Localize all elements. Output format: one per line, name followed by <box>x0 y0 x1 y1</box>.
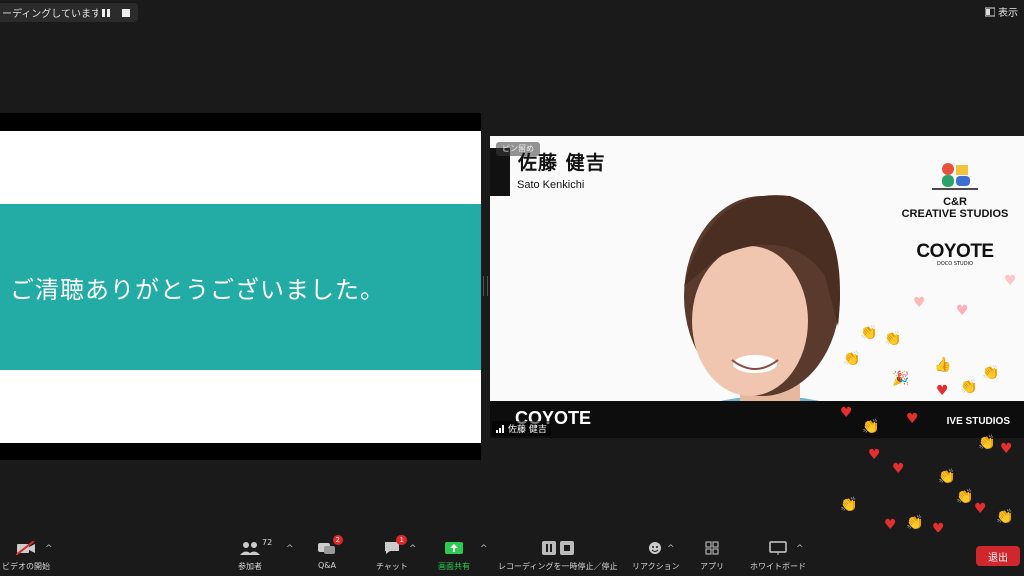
clap-reaction-icon: 👏 <box>862 419 880 435</box>
participants-icon <box>240 542 260 555</box>
cr-logo-line2: CREATIVE STUDIOS <box>901 208 1009 220</box>
speaker-name-en: Sato Kenkichi <box>517 179 585 191</box>
recording-status-bar: ーディングしています... <box>0 3 138 22</box>
pause-icon <box>102 8 110 17</box>
shared-screen: ご清聴ありがとうございました。 <box>0 113 481 460</box>
slide-text: ご清聴ありがとうございました。 <box>10 275 385 304</box>
chat-badge: 1 <box>396 535 407 545</box>
heart-reaction-icon: ♥ <box>906 411 919 427</box>
share-screen-icon <box>445 542 463 554</box>
heart-reaction-icon: ♥ <box>913 295 926 311</box>
reaction-icon <box>648 542 661 554</box>
view-button[interactable]: 表示 <box>985 4 1018 19</box>
whiteboard-label: ホワイトボード <box>750 562 806 571</box>
stop-icon <box>122 8 130 17</box>
chat-button[interactable]: 1 チャット <box>376 535 408 572</box>
pause-recording-button[interactable] <box>98 5 114 21</box>
view-button-label: 表示 <box>998 8 1018 19</box>
participants-label: 参加者 <box>238 562 262 571</box>
participant-name: 佐藤 健吉 <box>508 425 547 435</box>
apps-label: アプリ <box>700 562 724 571</box>
view-icon <box>985 7 995 16</box>
clap-reaction-icon: 👏 <box>906 515 924 531</box>
participants-count: 72 <box>262 538 273 547</box>
speaker-person-image <box>650 195 890 438</box>
apps-icon <box>705 541 719 555</box>
clap-reaction-icon: 👏 <box>843 351 861 367</box>
cr-logo-mark-icon <box>932 163 978 190</box>
heart-reaction-icon: ♥ <box>974 501 987 517</box>
start-video-label: ビデオの開始 <box>2 562 50 571</box>
heart-reaction-icon: ♥ <box>956 303 969 319</box>
leave-button[interactable]: 退出 <box>976 546 1020 566</box>
whiteboard-options-caret[interactable]: ^ <box>796 544 804 554</box>
qa-badge: 2 <box>332 535 343 545</box>
video-options-caret[interactable]: ^ <box>45 544 53 554</box>
video-off-icon <box>16 541 35 555</box>
studios-bottom-text: IVE STUDIOS <box>946 416 1010 427</box>
heart-reaction-icon: ♥ <box>840 405 853 421</box>
qa-label: Q&A <box>318 561 337 570</box>
heart-reaction-icon: ♥ <box>868 447 881 463</box>
slide-band: ご清聴ありがとうございました。 <box>0 204 481 370</box>
party-reaction-icon: 🎉 <box>892 371 910 387</box>
chat-label: チャット <box>376 562 408 571</box>
cr-logo: C&R CREATIVE STUDIOS <box>900 162 1010 220</box>
speaker-name-jp: 佐藤 健吉 <box>518 152 606 174</box>
recording-controls-button[interactable]: レコーディングを一時停止／停止 <box>498 538 617 572</box>
participant-name-tag: 佐藤 健吉 <box>492 421 551 436</box>
clap-reaction-icon: 👏 <box>840 497 858 513</box>
clap-reaction-icon: 👏 <box>884 331 902 347</box>
share-screen-button[interactable]: 画面共有 <box>438 538 470 572</box>
clap-reaction-icon: 👏 <box>996 509 1014 525</box>
participants-button[interactable]: 72 参加者 <box>238 538 272 572</box>
reactions-options-caret[interactable]: ^ <box>667 544 675 554</box>
heart-reaction-icon: ♥ <box>936 383 949 399</box>
clap-reaction-icon: 👏 <box>938 469 956 485</box>
whiteboard-icon <box>769 541 787 555</box>
clap-reaction-icon: 👏 <box>956 489 974 505</box>
chat-options-caret[interactable]: ^ <box>409 544 417 554</box>
start-video-button[interactable]: ビデオの開始 <box>2 538 50 572</box>
qa-button[interactable]: 2 Q&A <box>318 535 343 570</box>
recording-controls-label: レコーディングを一時停止／停止 <box>498 562 618 571</box>
clap-reaction-icon: 👏 <box>860 325 878 341</box>
share-screen-label: 画面共有 <box>438 562 470 571</box>
split-view-divider[interactable] <box>483 276 488 296</box>
share-options-caret[interactable]: ^ <box>480 544 488 554</box>
meeting-toolbar: ビデオの開始 ^ 72 参加者 ^ 2 Q&A 1 チャット ^ 画面共有 ^ … <box>0 532 1024 576</box>
coyote-logo: COYOTE DOCO STUDIO <box>900 241 1010 267</box>
apps-button[interactable]: アプリ <box>700 538 724 572</box>
coyote-logo-text: COYOTE <box>916 241 994 262</box>
heart-reaction-icon: ♥ <box>1004 273 1017 289</box>
reactions-label: リアクション <box>632 562 680 571</box>
clap-reaction-icon: 👏 <box>978 435 996 451</box>
cr-logo-line1: C&R <box>943 196 967 208</box>
clap-reaction-icon: 👏 <box>982 365 1000 381</box>
heart-reaction-icon: ♥ <box>892 461 905 477</box>
recording-controls-icon <box>541 541 574 555</box>
thumbs-up-reaction-icon: 👍 <box>934 357 952 373</box>
heart-reaction-icon: ♥ <box>1000 441 1013 457</box>
participants-options-caret[interactable]: ^ <box>286 544 294 554</box>
signal-icon <box>496 424 504 433</box>
stop-recording-button[interactable] <box>118 5 134 21</box>
recording-status-text: ーディングしています... <box>2 9 98 20</box>
heart-reaction-icon: ♥ <box>884 517 897 533</box>
clap-reaction-icon: 👏 <box>960 379 978 395</box>
